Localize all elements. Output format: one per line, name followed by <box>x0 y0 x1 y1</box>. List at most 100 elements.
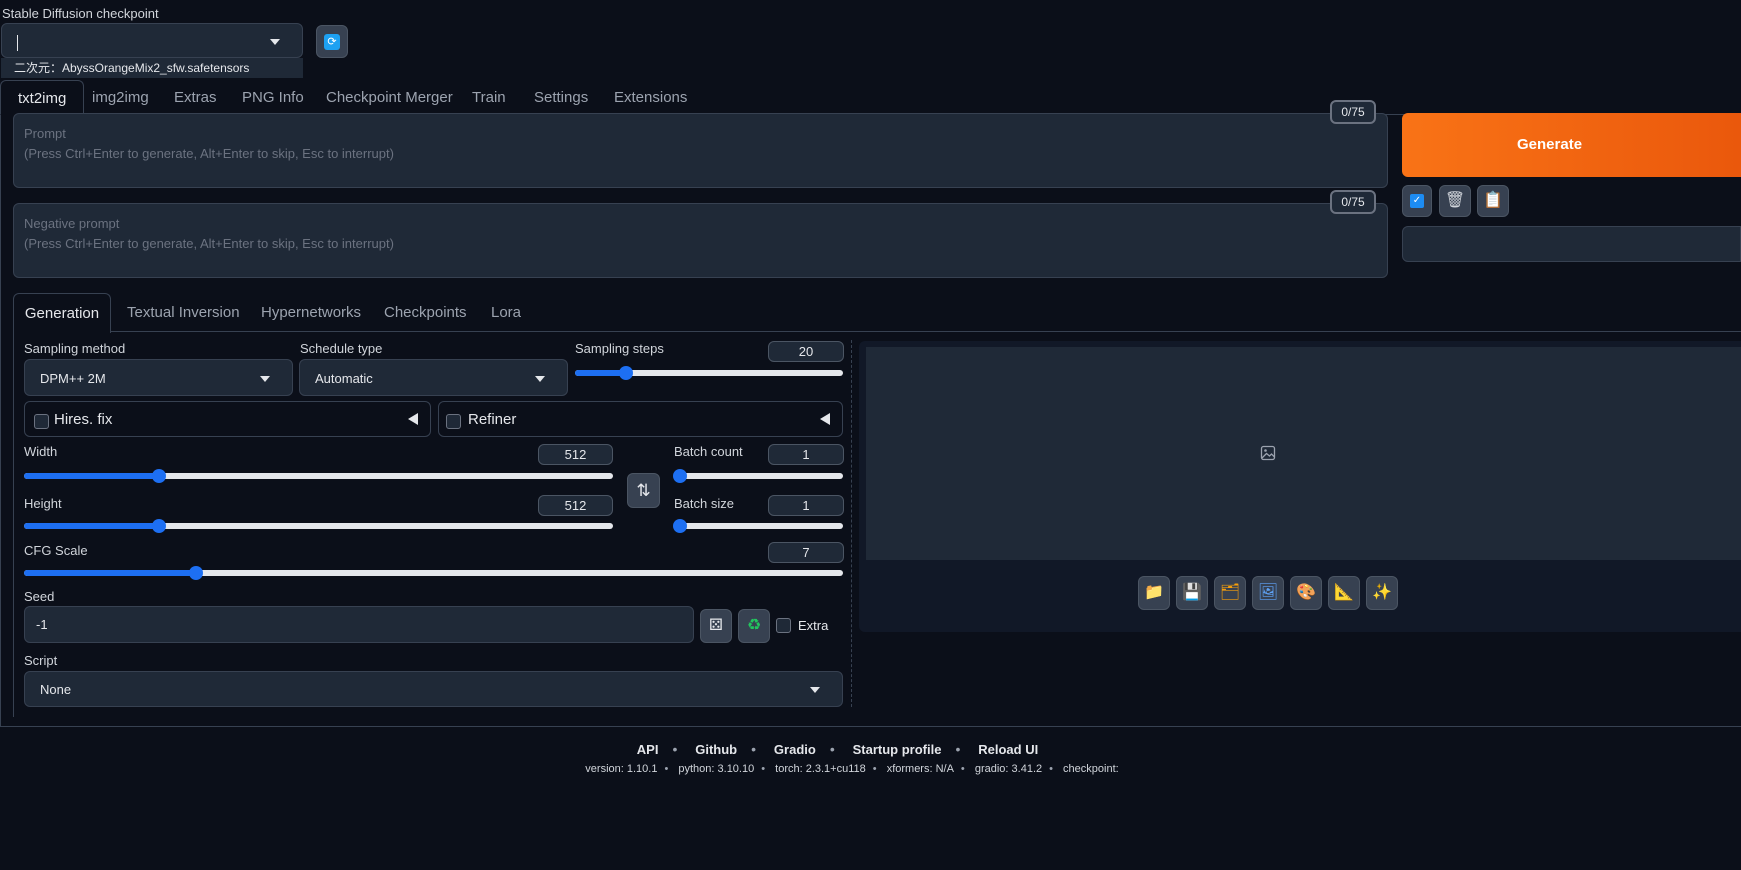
negative-prompt-token-counter: 0/75 <box>1330 190 1376 214</box>
checkbox-icon: ✓ <box>1410 193 1424 208</box>
tab-txt2img[interactable]: txt2img <box>0 80 85 115</box>
width-input[interactable]: 512 <box>538 444 613 465</box>
random-seed-button[interactable]: ⚄ <box>700 609 732 643</box>
seed-input[interactable]: -1 <box>24 606 694 643</box>
slider-thumb[interactable] <box>188 566 203 580</box>
hires-fix-label: Hires. fix <box>54 411 113 428</box>
chevron-down-icon <box>535 375 545 382</box>
panel-border-bottom <box>0 726 1741 727</box>
negative-prompt-input[interactable]: Negative prompt (Press Ctrl+Enter to gen… <box>13 203 1388 278</box>
send-to-img2img-button[interactable]: 🖼 <box>1252 576 1284 610</box>
version-text: version: 1.10.1 <box>585 763 658 775</box>
footer-link-startup-profile[interactable]: Startup profile <box>853 742 942 757</box>
checkpoint-hash-text: checkpoint: <box>1063 763 1119 775</box>
tab-textual-inversion[interactable]: Textual Inversion <box>127 293 240 333</box>
cfg-scale-input[interactable]: 7 <box>768 542 844 563</box>
styles-dropdown[interactable] <box>1402 226 1741 262</box>
height-input[interactable]: 512 <box>538 495 613 516</box>
refresh-icon: ⟳ <box>324 33 340 50</box>
sampling-steps-input[interactable]: 20 <box>768 341 844 362</box>
save-button[interactable]: 💾 <box>1176 576 1208 610</box>
gradio-version-text: gradio: 3.41.2 <box>974 763 1043 775</box>
prompt-placeholder-hint: (Press Ctrl+Enter to generate, Alt+Enter… <box>24 146 394 161</box>
cfg-scale-slider[interactable] <box>24 566 843 580</box>
sampling-method-value: DPM++ 2M <box>40 371 106 386</box>
palette-icon: 🎨 <box>1296 584 1316 601</box>
sampling-steps-slider[interactable] <box>575 366 843 380</box>
chevron-down-icon <box>810 687 820 693</box>
checkpoint-option[interactable]: 二次元：AbyssOrangeMix2_sfw.safetensors <box>1 58 303 78</box>
footer-versions: version: 1.10.1 • python: 3.10.10 • torch:… <box>585 763 1119 775</box>
generate-button[interactable]: Generate <box>1402 113 1741 177</box>
width-slider[interactable] <box>24 469 613 483</box>
tab-extensions[interactable]: Extensions <box>597 80 704 115</box>
tab-lora[interactable]: Lora <box>491 293 521 333</box>
zip-button[interactable]: 🗂 <box>1214 576 1246 610</box>
refiner-checkbox[interactable] <box>446 414 461 429</box>
chevron-down-icon <box>270 38 280 45</box>
schedule-type-dropdown[interactable]: Automatic <box>299 359 568 396</box>
swap-dimensions-button[interactable]: ⇅ <box>627 473 660 508</box>
checkpoint-dropdown[interactable] <box>1 23 303 58</box>
reuse-seed-button[interactable]: ♻ <box>738 609 770 643</box>
tab-generation[interactable]: Generation <box>13 293 111 333</box>
height-slider[interactable] <box>24 519 613 533</box>
footer-link-github[interactable]: Github <box>695 742 737 757</box>
slider-thumb[interactable] <box>618 366 633 380</box>
footer-link-api[interactable]: API <box>637 742 659 757</box>
slider-thumb[interactable] <box>673 469 687 483</box>
negative-prompt-placeholder-title: Negative prompt <box>24 216 120 231</box>
torch-version-text: torch: 2.3.1+cu118 <box>775 763 866 775</box>
collapse-triangle-icon <box>820 413 830 425</box>
chevron-down-icon <box>260 375 270 382</box>
paste-prompt-button[interactable]: 📋 <box>1477 185 1509 217</box>
trash-icon: 🗑 <box>1444 192 1466 209</box>
tab-png-info[interactable]: PNG Info <box>225 80 321 115</box>
open-folder-button[interactable]: 📁 <box>1138 576 1170 610</box>
extra-seed-checkbox[interactable] <box>776 618 791 633</box>
footer-links: API • Github • Gradio • Startup profile • Re… <box>636 741 1039 757</box>
tab-img2img[interactable]: img2img <box>75 80 166 115</box>
tab-checkpoints[interactable]: Checkpoints <box>384 293 467 333</box>
tab-extras[interactable]: Extras <box>157 80 234 115</box>
hires-fix-accordion[interactable]: Hires. fix <box>24 401 431 437</box>
image-icon: 🖼 <box>1257 584 1279 601</box>
slider-thumb[interactable] <box>152 469 167 483</box>
batch-count-slider[interactable] <box>673 469 843 483</box>
prompt-input[interactable]: Prompt (Press Ctrl+Enter to generate, Al… <box>13 113 1388 188</box>
slider-thumb[interactable] <box>673 519 687 533</box>
batch-count-input[interactable]: 1 <box>768 444 844 465</box>
image-placeholder-icon <box>1260 445 1276 461</box>
extra-seed-label: Extra <box>798 618 829 633</box>
upscale-button[interactable]: ✨ <box>1366 576 1398 610</box>
refresh-checkpoint-button[interactable]: ⟳ <box>316 25 348 58</box>
height-label: Height <box>24 496 62 511</box>
sampling-method-label: Sampling method <box>24 341 126 356</box>
schedule-type-value: Automatic <box>315 371 373 386</box>
batch-size-input[interactable]: 1 <box>768 495 844 516</box>
footer-link-gradio[interactable]: Gradio <box>774 742 816 757</box>
hires-fix-checkbox[interactable] <box>34 414 49 429</box>
sampling-method-dropdown[interactable]: DPM++ 2M <box>24 359 293 396</box>
script-label: Script <box>24 653 58 668</box>
clear-prompt-button[interactable]: 🗑 <box>1439 185 1471 217</box>
tab-settings[interactable]: Settings <box>517 80 605 115</box>
column-divider <box>851 340 852 707</box>
tab-checkpoint-merger[interactable]: Checkpoint Merger <box>309 80 470 115</box>
zip-icon: 🗂 <box>1219 584 1241 601</box>
clipboard-icon: 📋 <box>1483 192 1503 209</box>
ruler-icon: 📐 <box>1334 584 1354 601</box>
tab-train[interactable]: Train <box>455 80 523 115</box>
generation-panel-border <box>13 333 14 717</box>
send-to-inpaint-button[interactable]: 🎨 <box>1290 576 1322 610</box>
style-apply-button[interactable]: ✓ <box>1402 185 1432 217</box>
script-dropdown[interactable]: None <box>24 671 843 707</box>
send-to-extras-button[interactable]: 📐 <box>1328 576 1360 610</box>
batch-size-slider[interactable] <box>673 519 843 533</box>
refiner-accordion[interactable]: Refiner <box>438 401 843 437</box>
slider-thumb[interactable] <box>152 519 167 533</box>
negative-prompt-placeholder-hint: (Press Ctrl+Enter to generate, Alt+Enter… <box>24 236 394 251</box>
tab-hypernetworks[interactable]: Hypernetworks <box>261 293 361 333</box>
footer-link-reload-ui[interactable]: Reload UI <box>978 742 1038 757</box>
output-gallery <box>866 347 1741 560</box>
